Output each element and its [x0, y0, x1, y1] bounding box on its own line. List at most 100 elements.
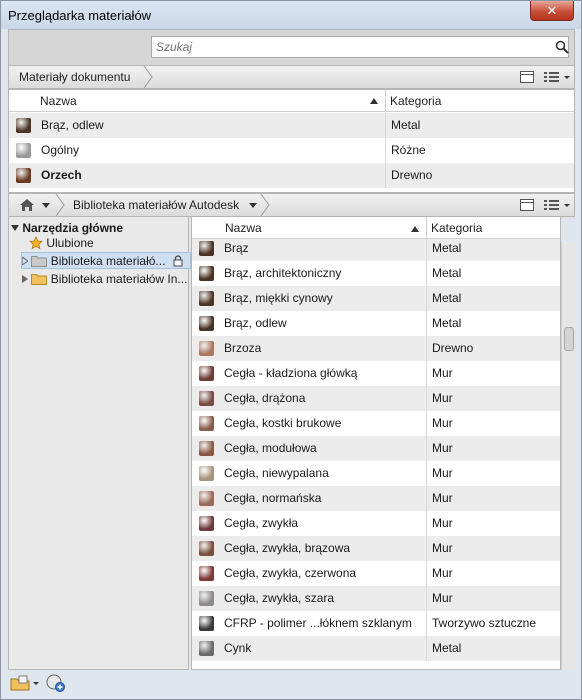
- material-swatch-icon: [199, 391, 214, 406]
- material-swatch-icon: [199, 316, 214, 331]
- create-material-icon[interactable]: [46, 673, 66, 693]
- material-name: Cegła - kładziona główką: [224, 366, 358, 380]
- material-name: Cegła, niewypalana: [224, 466, 329, 480]
- tree-item-inventor-library[interactable]: Biblioteka materiałów In...: [22, 271, 187, 288]
- table-row[interactable]: Cegła, zwykła, czerwona Mur: [192, 561, 560, 586]
- material-category: Drewno: [432, 341, 474, 355]
- bottom-toolbar: [8, 670, 575, 696]
- material-category: Mur: [432, 466, 453, 480]
- search-icon[interactable]: [555, 40, 569, 54]
- material-name: Brąz, odlew: [41, 118, 104, 132]
- table-row[interactable]: Brąz Metal: [192, 239, 560, 261]
- material-name: Brąz, architektoniczny: [224, 266, 342, 280]
- library-manage-icon[interactable]: [10, 675, 40, 691]
- library-tree: Narzędzia główne Ulubione Biblioteka mat…: [8, 217, 191, 670]
- material-category: Mur: [432, 566, 453, 580]
- table-row[interactable]: Brzoza Drewno: [192, 336, 560, 361]
- table-row[interactable]: Cegła, zwykła Mur: [192, 511, 560, 536]
- material-swatch-icon: [199, 466, 214, 481]
- table-row[interactable]: Brąz, odlew Metal: [192, 311, 560, 336]
- table-row[interactable]: Cynk Metal: [192, 636, 560, 661]
- table-row[interactable]: Brąz, miękki cynowy Metal: [192, 286, 560, 311]
- expand-right-icon[interactable]: [22, 257, 28, 265]
- expand-down-icon[interactable]: [11, 224, 19, 232]
- table-row[interactable]: CFRP - polimer ...łóknem szklanym Tworzyw…: [192, 611, 560, 636]
- tree-item-label: Ulubione: [46, 236, 94, 250]
- table-row[interactable]: Cegła, zwykła, szara Mur: [192, 586, 560, 611]
- view-toggle-icon[interactable]: [519, 197, 535, 213]
- material-swatch-icon: [199, 416, 214, 431]
- table-row[interactable]: Cegła, kostki brukowe Mur: [192, 411, 560, 436]
- material-name: Cegła, kostki brukowe: [224, 416, 342, 430]
- tree-item-autodesk-library[interactable]: Biblioteka materiałó...: [22, 253, 165, 270]
- table-row[interactable]: Cegła, zwykła, brązowa Mur: [192, 536, 560, 561]
- library-header: Biblioteka materiałów Autodesk: [8, 193, 575, 217]
- chevron-down-icon[interactable]: [249, 203, 257, 208]
- table-row[interactable]: Brąz, odlew Metal: [9, 113, 574, 138]
- table-row[interactable]: Cegła, modułowa Mur: [192, 436, 560, 461]
- column-category-header[interactable]: Kategoria: [431, 217, 482, 239]
- table-row[interactable]: Cegła, niewypalana Mur: [192, 461, 560, 486]
- material-swatch-icon: [199, 341, 214, 356]
- list-options-icon[interactable]: [543, 197, 571, 213]
- material-swatch-icon: [199, 366, 214, 381]
- library-scrollbar[interactable]: [561, 241, 575, 670]
- material-name: Brąz: [224, 241, 249, 255]
- library-crumb[interactable]: Biblioteka materiałów Autodesk: [63, 194, 239, 216]
- close-button[interactable]: ✕: [530, 1, 574, 21]
- material-category: Metal: [391, 118, 421, 132]
- material-swatch-icon: [199, 641, 214, 656]
- table-row[interactable]: Ogólny Różne: [9, 138, 574, 163]
- material-swatch-icon: [16, 168, 31, 183]
- library-folder-icon: [31, 256, 48, 267]
- table-row[interactable]: Cegła, normańska Mur: [192, 486, 560, 511]
- material-name: Cegła, normańska: [224, 491, 322, 505]
- folder-icon: [31, 274, 48, 285]
- material-name: Brzoza: [224, 341, 262, 355]
- search-input[interactable]: [151, 36, 569, 58]
- material-swatch-icon: [199, 491, 214, 506]
- material-name: Brąz, miękki cynowy: [224, 291, 333, 305]
- material-name: Cegła, zwykła, brązowa: [224, 541, 351, 555]
- tree-root-label: Narzędzia główne: [22, 221, 124, 235]
- library-table-header: Nazwa Kategoria: [192, 217, 560, 239]
- material-swatch-icon: [16, 118, 31, 133]
- sort-ascending-icon: [411, 226, 419, 232]
- material-name: Cegła, zwykła, czerwona: [224, 566, 357, 580]
- table-row[interactable]: Cegła - kładziona główką Mur: [192, 361, 560, 386]
- column-name-header[interactable]: Nazwa: [225, 217, 262, 239]
- material-swatch-icon: [199, 541, 214, 556]
- scrollbar-thumb[interactable]: [564, 327, 574, 351]
- document-materials-table: Nazwa Kategoria Brąz, odlew Metal Ogólny Ró…: [8, 89, 575, 193]
- tree-item-label: Biblioteka materiałó...: [50, 254, 166, 268]
- material-name: Orzech: [41, 168, 82, 182]
- material-category: Drewno: [391, 168, 433, 182]
- chevron-down-icon[interactable]: [42, 203, 50, 208]
- material-category: Mur: [432, 591, 453, 605]
- crumb-separator-icon: [143, 66, 153, 88]
- table-row[interactable]: Orzech Drewno: [9, 163, 574, 188]
- material-category: Mur: [432, 516, 453, 530]
- home-icon[interactable]: [19, 198, 35, 212]
- table-row[interactable]: Cegła, drążona Mur: [192, 386, 560, 411]
- material-name: Cynk: [224, 641, 252, 655]
- expand-right-icon[interactable]: [22, 275, 28, 283]
- library-materials-table: Nazwa Kategoria Brąz Metal Brąz, architekt…: [191, 217, 561, 670]
- material-category: Metal: [432, 241, 462, 255]
- table-row[interactable]: Brąz, architektoniczny Metal: [192, 261, 560, 286]
- list-options-icon[interactable]: [543, 69, 571, 85]
- column-name-header[interactable]: Nazwa: [40, 90, 77, 112]
- view-toggle-icon[interactable]: [519, 69, 535, 85]
- material-name: Brąz, odlew: [224, 316, 287, 330]
- star-icon: [29, 236, 43, 250]
- material-browser-window: Przeglądarka materiałów ✕ Materiały doku…: [0, 0, 582, 700]
- material-swatch-icon: [199, 441, 214, 456]
- material-swatch-icon: [199, 591, 214, 606]
- column-category-header[interactable]: Kategoria: [390, 90, 441, 112]
- material-category: Różne: [391, 143, 426, 157]
- title-bar: Przeglądarka materiałów ✕: [1, 1, 581, 29]
- material-category: Mur: [432, 416, 453, 430]
- material-swatch-icon: [199, 516, 214, 531]
- tree-item-favorites[interactable]: Ulubione: [29, 235, 94, 252]
- document-materials-crumb[interactable]: Materiały dokumentu: [9, 66, 130, 88]
